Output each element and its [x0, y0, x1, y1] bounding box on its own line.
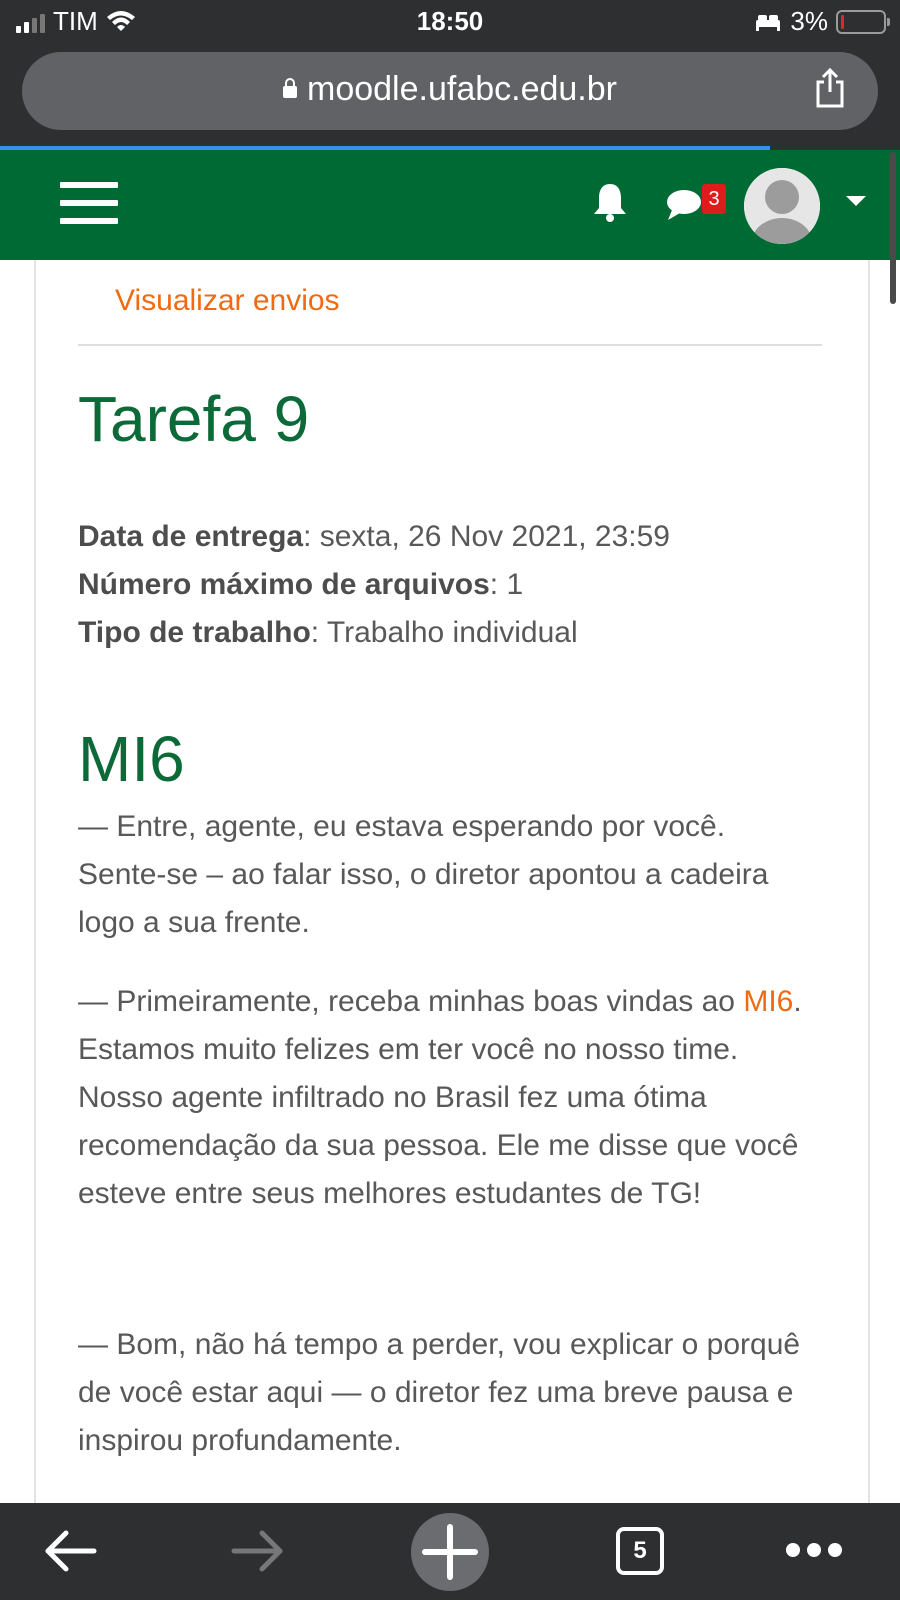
address-text-wrap[interactable]: moodle.ufabc.edu.br: [22, 70, 878, 109]
paragraph-2-end: . Estamos muito felizes em ter você no n…: [78, 985, 802, 1210]
max-files-row: Número máximo de arquivos: 1: [78, 561, 670, 609]
lock-icon: [283, 78, 297, 98]
story-paragraph-1: — Entre, agente, eu estava esperando por…: [78, 810, 769, 939]
arrow-right-icon[interactable]: [230, 1527, 286, 1575]
ellipsis-icon[interactable]: [786, 1543, 842, 1559]
battery-percent: 3%: [790, 6, 828, 36]
max-files-label: Número máximo de arquivos: [78, 568, 490, 601]
max-files-value: : 1: [489, 568, 524, 601]
work-type-label: Tipo de trabalho: [78, 616, 311, 649]
battery-icon: [836, 9, 890, 34]
plus-icon: [422, 1524, 478, 1580]
user-menu-caret-icon[interactable]: [846, 196, 866, 206]
work-type-row: Tipo de trabalho: Trabalho individual: [78, 609, 670, 657]
paragraph-2-start: — Primeiramente, receba minhas boas vind…: [78, 985, 744, 1018]
url-text[interactable]: moodle.ufabc.edu.br: [307, 70, 617, 108]
messages-button[interactable]: 3: [666, 184, 726, 228]
bell-icon[interactable]: [590, 180, 630, 224]
divider: [78, 344, 822, 346]
address-bar[interactable]: moodle.ufabc.edu.br: [22, 52, 878, 130]
status-right: 3%: [754, 6, 890, 37]
story-heading: MI6: [78, 723, 185, 795]
chat-bubble-icon: [667, 190, 701, 220]
assignment-meta: Data de entrega: sexta, 26 Nov 2021, 23:…: [78, 513, 670, 657]
bed-icon: [756, 14, 781, 31]
share-icon[interactable]: [812, 68, 848, 108]
browser-chrome: moodle.ufabc.edu.br: [0, 46, 900, 146]
new-tab-button[interactable]: [411, 1513, 489, 1591]
tabs-button[interactable]: 5: [616, 1527, 664, 1575]
page-title: Tarefa 9: [78, 383, 310, 455]
moodle-navbar: 3: [0, 150, 900, 260]
due-date-label: Data de entrega: [78, 520, 304, 553]
avatar-icon[interactable]: [744, 168, 820, 244]
view-submissions-link[interactable]: Visualizar envios: [115, 284, 340, 318]
work-type-value: : Trabalho individual: [310, 616, 578, 649]
status-bar: TIM 18:50 3%: [0, 0, 900, 46]
due-date-value: : sexta, 26 Nov 2021, 23:59: [303, 520, 670, 553]
scrollbar[interactable]: [890, 152, 896, 304]
story-paragraph-2: — Primeiramente, receba minhas boas vind…: [78, 978, 818, 1218]
browser-toolbar: 5: [0, 1503, 900, 1600]
arrow-left-icon[interactable]: [42, 1527, 98, 1575]
mi6-link[interactable]: MI6: [743, 985, 793, 1018]
story-paragraph-3: — Bom, não há tempo a perder, vou explic…: [78, 1328, 801, 1457]
messages-badge: 3: [702, 184, 726, 214]
due-date-row: Data de entrega: sexta, 26 Nov 2021, 23:…: [78, 513, 670, 561]
hamburger-icon[interactable]: [60, 182, 118, 226]
